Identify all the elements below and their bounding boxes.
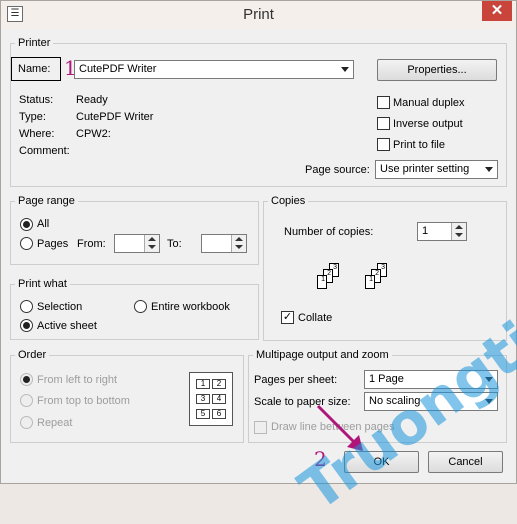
number-of-copies-label: Number of copies:	[284, 226, 374, 238]
printer-name-label: Name:	[18, 63, 51, 75]
chevron-down-icon	[485, 167, 493, 172]
selection-label: Selection	[37, 301, 83, 313]
where-label: Where:	[19, 128, 55, 140]
order-cell: 6	[212, 409, 226, 419]
to-label: To:	[167, 238, 182, 250]
active-sheet-radio[interactable]	[20, 319, 33, 332]
printer-name-value: CutePDF Writer	[79, 63, 157, 75]
page-range-pages-label: Pages	[37, 238, 69, 250]
top-to-bottom-label: From top to bottom	[37, 395, 130, 407]
title-bar: ☰ Print ✕	[1, 1, 516, 29]
spinner-arrows-icon[interactable]	[451, 223, 466, 240]
left-to-right-radio[interactable]	[20, 373, 33, 386]
spinner-arrows-icon[interactable]	[144, 235, 159, 252]
properties-button[interactable]: Properties...	[377, 59, 497, 81]
manual-duplex-checkbox[interactable]	[377, 96, 390, 109]
entire-workbook-radio[interactable]	[134, 300, 147, 313]
pages-per-sheet-label: Pages per sheet:	[254, 374, 338, 386]
copies-legend: Copies	[271, 195, 306, 207]
printer-name-label-box: Name:	[11, 57, 61, 81]
pages-per-sheet-value: 1 Page	[369, 373, 404, 385]
window-title: Print	[243, 6, 274, 23]
print-dialog: ☰ Print ✕ Printer Name: 1 CutePDF Writer…	[0, 0, 517, 524]
from-page-input[interactable]	[114, 234, 160, 253]
draw-line-checkbox[interactable]	[254, 421, 267, 434]
page-source-select[interactable]: Use printer setting	[375, 160, 498, 179]
inverse-output-checkbox[interactable]	[377, 117, 390, 130]
order-cell: 1	[196, 379, 210, 389]
page-source-label: Page source:	[305, 164, 370, 176]
chevron-down-icon	[341, 67, 349, 72]
status-value: Ready	[76, 94, 108, 106]
number-of-copies-input[interactable]: 1	[417, 222, 467, 241]
print-what-legend: Print what	[18, 278, 67, 290]
order-cell: 2	[212, 379, 226, 389]
page-range-group: Page range	[10, 195, 259, 265]
printer-legend: Printer	[18, 37, 51, 49]
order-cell: 3	[196, 394, 210, 404]
repeat-radio[interactable]	[20, 416, 33, 429]
multipage-legend: Multipage output and zoom	[256, 349, 389, 361]
print-to-file-label: Print to file	[393, 139, 445, 151]
page-range-all-label: All	[37, 218, 50, 230]
order-cell: 4	[212, 394, 226, 404]
order-legend: Order	[18, 349, 47, 361]
number-of-copies-value: 1	[422, 225, 429, 237]
printer-name-select[interactable]: CutePDF Writer	[74, 60, 354, 79]
print-to-file-checkbox[interactable]	[377, 138, 390, 151]
repeat-label: Repeat	[37, 417, 73, 429]
selection-radio[interactable]	[20, 300, 33, 313]
collate-label: Collate	[298, 312, 333, 324]
order-cell: 5	[196, 409, 210, 419]
entire-workbook-label: Entire workbook	[151, 301, 230, 313]
page-source-value: Use printer setting	[380, 163, 470, 175]
cancel-button[interactable]: Cancel	[428, 451, 503, 473]
status-label: Status:	[19, 94, 54, 106]
close-button[interactable]: ✕	[482, 1, 512, 21]
type-value: CutePDF Writer	[76, 111, 154, 123]
page-range-legend: Page range	[18, 195, 75, 207]
page-range-pages-radio[interactable]	[20, 237, 33, 250]
where-value: CPW2:	[76, 128, 111, 140]
manual-duplex-label: Manual duplex	[393, 97, 465, 109]
top-to-bottom-radio[interactable]	[20, 394, 33, 407]
type-label: Type:	[19, 111, 46, 123]
comment-label: Comment:	[19, 145, 70, 157]
active-sheet-label: Active sheet	[37, 320, 97, 332]
collate-checkbox[interactable]: ✓	[281, 311, 294, 324]
order-preview-grid: 1 2 3 4 5 6	[189, 372, 233, 426]
collate-pages-icon: 3 2 1 3 2 1	[317, 263, 397, 297]
from-label: From:	[77, 238, 106, 250]
to-page-input[interactable]	[201, 234, 247, 253]
page-range-all-radio[interactable]	[20, 218, 33, 231]
inverse-output-label: Inverse output	[393, 118, 463, 130]
spinner-arrows-icon[interactable]	[231, 235, 246, 252]
left-to-right-label: From left to right	[37, 374, 118, 386]
